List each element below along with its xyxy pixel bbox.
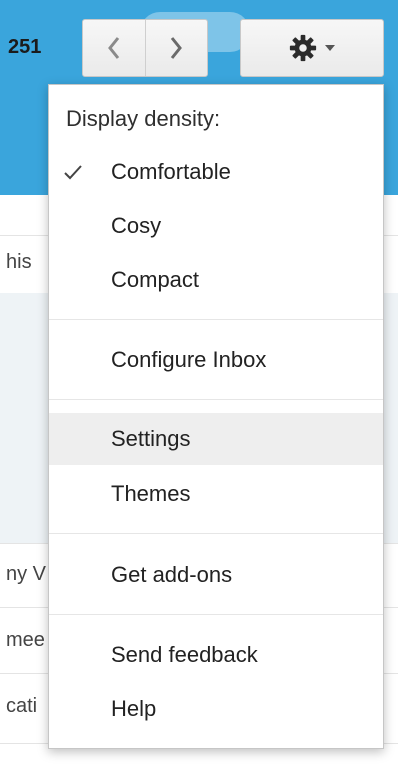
menu-item-label: Themes [111,481,191,506]
menu-item-label: Settings [111,426,191,451]
menu-item-label: Cosy [111,213,162,238]
menu-divider [49,533,383,534]
gear-icon [289,34,317,62]
settings-dropdown-menu: Display density: Comfortable Cosy Compac… [48,84,384,749]
menu-divider [49,614,383,615]
menu-item-label: Send feedback [111,642,258,667]
menu-item-send-feedback[interactable]: Send feedback [49,629,383,681]
menu-divider [49,319,383,320]
row-snippet: ny V [6,563,47,585]
menu-item-label: Configure Inbox [111,347,267,372]
previous-page-button[interactable] [83,20,145,76]
chevron-right-icon [171,37,183,59]
settings-button[interactable] [240,19,384,77]
checkmark-icon [64,165,82,180]
row-snippet: mee [6,629,45,651]
menu-item-label: Comfortable [111,159,231,184]
next-page-button[interactable] [144,20,208,76]
menu-item-themes[interactable]: Themes [49,468,383,520]
caret-down-icon [325,45,335,51]
menu-item-get-addons[interactable]: Get add-ons [49,549,383,601]
menu-item-cosy[interactable]: Cosy [49,200,383,252]
row-snippet: cati [6,695,38,717]
menu-item-compact[interactable]: Compact [49,254,383,306]
menu-item-configure-inbox[interactable]: Configure Inbox [49,334,383,386]
menu-item-settings[interactable]: Settings [49,413,383,465]
pagination-nav [82,19,208,77]
menu-item-label: Compact [111,267,200,292]
display-density-heading: Display density: [66,106,221,131]
menu-item-label: Help [111,696,157,721]
menu-item-help[interactable]: Help [49,683,383,735]
page-count: 251 [8,36,42,58]
menu-item-label: Get add-ons [111,562,233,587]
chevron-left-icon [107,37,119,59]
menu-item-comfortable[interactable]: Comfortable [49,146,383,198]
row-snippet: his [6,251,32,273]
menu-divider [49,399,383,400]
